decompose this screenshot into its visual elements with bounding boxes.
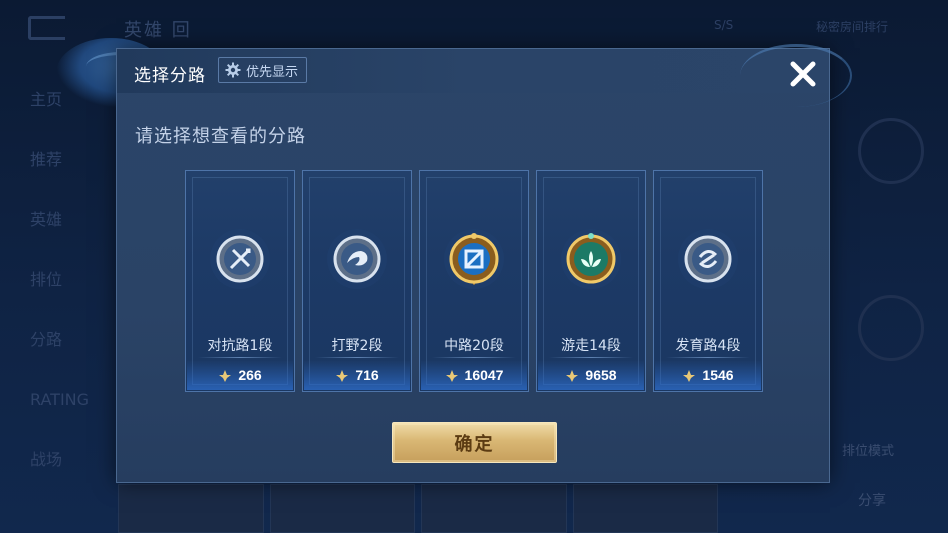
background-share-button: 分享 (858, 493, 886, 509)
clash-lane-icon (208, 227, 272, 291)
bg-card (572, 484, 718, 533)
bg-menu-item: 战场 (30, 450, 63, 469)
lane-score: 1546 (702, 367, 734, 383)
bg-menu-item: 推荐 (30, 150, 63, 169)
decorative-swirl (740, 44, 852, 107)
bg-menu-item: RATING (30, 390, 90, 409)
background-title: 英雄 回 (124, 20, 192, 41)
lane-card-mid[interactable]: 中路20段 16047 (419, 170, 529, 392)
lane-divider (432, 357, 516, 358)
mid-lane-icon (442, 227, 506, 291)
score-icon (565, 368, 579, 382)
lane-score-bar: 716 (304, 360, 410, 390)
roam-icon (559, 227, 623, 291)
background-cards (118, 484, 718, 533)
lane-card-jungle[interactable]: 打野2段 716 (302, 170, 412, 392)
lane-name: 发育路4段 (675, 338, 741, 354)
back-icon (28, 16, 65, 40)
bg-card (421, 484, 567, 533)
bg-menu-item: 英雄 (30, 210, 63, 229)
lane-card-roam[interactable]: 游走14段 9658 (536, 170, 646, 392)
lane-score: 9658 (585, 367, 617, 383)
priority-display-label: 优先显示 (246, 64, 299, 80)
lane-score: 266 (238, 367, 262, 383)
lane-name: 游走14段 (561, 338, 621, 354)
lane-card-clash[interactable]: 对抗路1段 266 (185, 170, 295, 392)
background-right-label-2: 秘密房间排行 (815, 20, 888, 34)
jungle-icon (325, 227, 389, 291)
lane-score-bar: 266 (187, 360, 293, 390)
farm-lane-icon (676, 227, 740, 291)
bg-menu-item: 分路 (30, 330, 63, 349)
lane-list: 对抗路1段 266 打野2段 716 中路20段 16047 游走14段 965… (185, 170, 763, 392)
background-mode-button: 排位模式 (842, 444, 895, 459)
score-icon (218, 368, 232, 382)
priority-display-button[interactable]: 优先显示 (218, 57, 308, 83)
lane-name: 中路20段 (444, 338, 504, 354)
background-side-menu: 主页 推荐 英雄 排位 分路 RATING 战场 (30, 70, 90, 490)
lane-divider (666, 357, 750, 358)
bg-menu-item: 排位 (30, 270, 63, 289)
background-emblem-icon (858, 118, 924, 184)
lane-score-bar: 1546 (655, 360, 761, 390)
score-icon (682, 368, 696, 382)
lane-score: 16047 (464, 367, 504, 383)
score-icon (335, 368, 349, 382)
lane-name: 打野2段 (331, 338, 383, 354)
background-top-bar: 英雄 回 S/S 秘密房间排行 (0, 0, 948, 48)
dialog-prompt: 请选择想查看的分路 (135, 126, 306, 147)
lane-card-farm[interactable]: 发育路4段 1546 (653, 170, 763, 392)
bg-card (269, 484, 415, 533)
lane-divider (549, 357, 633, 358)
gear-icon (225, 62, 241, 78)
score-icon (445, 368, 459, 382)
confirm-button[interactable]: 确定 (392, 422, 557, 463)
lane-name: 对抗路1段 (207, 338, 273, 354)
lane-score-bar: 16047 (421, 360, 527, 390)
bg-card (118, 484, 264, 533)
lane-divider (315, 357, 399, 358)
lane-select-dialog: 选择分路 优先显示 请选择想查看的分路 对抗路1段 266 打野2段 716 中… (116, 48, 830, 483)
background-right-label: S/S (714, 18, 734, 32)
background-emblem-icon (858, 295, 924, 361)
dialog-title: 选择分路 (134, 66, 206, 86)
lane-score: 716 (355, 367, 379, 383)
lane-score-bar: 9658 (538, 360, 644, 390)
lane-divider (198, 357, 282, 358)
